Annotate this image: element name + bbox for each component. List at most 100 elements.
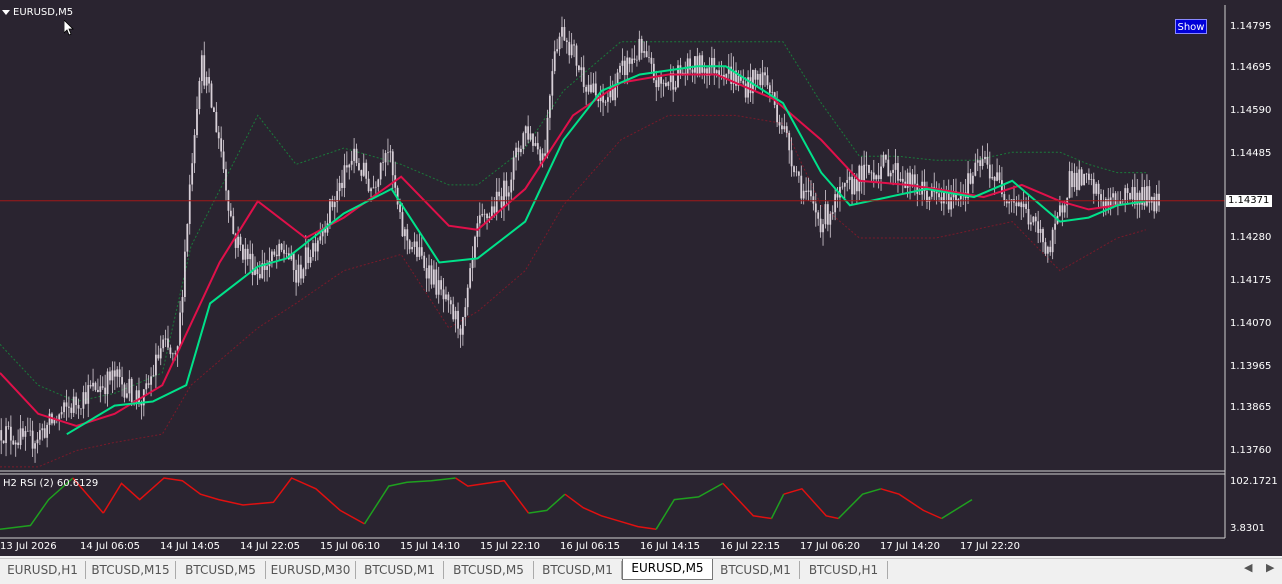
candle-body [447, 294, 450, 301]
chart-title[interactable]: EURUSD,M5 [2, 7, 73, 18]
candle-body [831, 212, 834, 214]
candle-body [500, 196, 503, 208]
candle-body [686, 58, 689, 74]
candle-body [863, 164, 866, 183]
price-chart[interactable] [0, 5, 1225, 471]
candle-body [667, 82, 670, 86]
candle-body [1015, 202, 1018, 207]
tab-eurusd-h1[interactable]: EURUSD,H1 [0, 561, 86, 579]
candle-body [292, 253, 295, 271]
candle-body [125, 393, 128, 398]
candle-body [826, 204, 829, 225]
candle-body [503, 180, 505, 208]
tab-btcusd-m1[interactable]: BTCUSD,M1 [356, 561, 444, 579]
candle-body [590, 84, 592, 93]
tab-btcusd-m5[interactable]: BTCUSD,M5 [176, 561, 266, 579]
candle-body [814, 203, 817, 213]
candle-body [800, 175, 803, 199]
candle-body [971, 175, 974, 184]
candle-body [377, 179, 380, 187]
candle-body [1119, 200, 1122, 204]
candle-body [38, 430, 41, 440]
tab-eurusd-m5[interactable]: EURUSD,M5 [622, 559, 713, 580]
candle-body [179, 312, 181, 347]
candle-body [882, 154, 885, 167]
candle-body [781, 125, 783, 130]
time-tick-label: 17 Jul 22:20 [960, 541, 1020, 552]
candle-body [370, 188, 372, 192]
candle-body [1054, 223, 1056, 230]
candle-body [1044, 242, 1047, 254]
chart-window[interactable]: EURUSD,M5 Show H2 RSI (2) 60.6129 1.1479… [0, 0, 1282, 556]
candle-body [459, 328, 462, 335]
candle-body [517, 147, 520, 153]
candle-body [159, 348, 162, 359]
candle-body [382, 162, 385, 163]
candle-body [1049, 246, 1052, 253]
candle-body [1030, 222, 1032, 225]
candle-body [372, 187, 375, 189]
candle-body [14, 442, 17, 445]
candle-body [297, 264, 300, 283]
candle-body [430, 265, 433, 285]
candle-body [1131, 187, 1134, 200]
candle-body [442, 289, 445, 300]
tab-btcusd-m1[interactable]: BTCUSD,M1 [712, 561, 800, 579]
candle-body [121, 377, 123, 385]
rsi-line-segment [102, 477, 365, 525]
price-tick-label: 1.14795 [1230, 21, 1272, 33]
candle-body [319, 236, 322, 241]
candle-body [374, 186, 377, 188]
tab-scroll-left-icon[interactable]: ◀ [1244, 561, 1252, 574]
candle-body [592, 83, 595, 93]
candle-body [984, 156, 986, 160]
candle-body [836, 194, 839, 198]
candle-body [582, 67, 585, 87]
tab-btcusd-m1[interactable]: BTCUSD,M1 [534, 561, 622, 579]
tab-btcusd-m5[interactable]: BTCUSD,M5 [444, 561, 534, 579]
candle-body [884, 154, 887, 160]
candle-body [256, 269, 259, 275]
rsi-indicator-chart[interactable] [0, 474, 1225, 538]
candle-body [399, 204, 401, 213]
candle-body [1143, 187, 1146, 206]
candle-body [483, 213, 486, 215]
candle-body [275, 254, 278, 257]
candle-body [998, 172, 1001, 181]
candle-body [60, 412, 63, 415]
candle-body [510, 179, 513, 193]
candle-body [200, 55, 203, 82]
candle-body [273, 251, 276, 255]
tab-btcusd-m15[interactable]: BTCUSD,M15 [86, 561, 176, 579]
candle-body [205, 77, 208, 86]
candle-body [7, 426, 10, 427]
rsi-line-segment [722, 482, 772, 520]
candle-body [638, 38, 641, 60]
rsi-line-segment [528, 493, 566, 514]
candle-body [1039, 228, 1042, 233]
candle-body [1073, 172, 1076, 188]
tab-eurusd-m30[interactable]: EURUSD,M30 [266, 561, 356, 579]
candle-body [162, 339, 165, 349]
time-tick-label: 15 Jul 14:10 [400, 541, 460, 552]
candle-body [1102, 201, 1105, 207]
candle-body [807, 190, 810, 192]
rsi-line-segment [363, 477, 456, 525]
candle-body [1092, 179, 1095, 194]
time-tick-label: 15 Jul 22:10 [480, 541, 540, 552]
price-tick-label: 1.14175 [1230, 274, 1272, 286]
candle-body [768, 85, 771, 93]
candle-body [353, 148, 356, 161]
tab-scroll-right-icon[interactable]: ▶ [1266, 561, 1274, 574]
candle-body [515, 147, 517, 158]
dropdown-triangle-icon[interactable] [2, 10, 10, 15]
candle-body [425, 268, 428, 279]
tab-btcusd-h1[interactable]: BTCUSD,H1 [800, 561, 888, 579]
candle-body [300, 264, 302, 279]
candle-body [558, 36, 561, 50]
candle-body [776, 104, 779, 123]
show-button[interactable]: Show [1175, 19, 1207, 34]
time-tick-label: 14 Jul 06:05 [80, 541, 140, 552]
candle-body [865, 164, 868, 166]
candle-body [213, 107, 215, 113]
